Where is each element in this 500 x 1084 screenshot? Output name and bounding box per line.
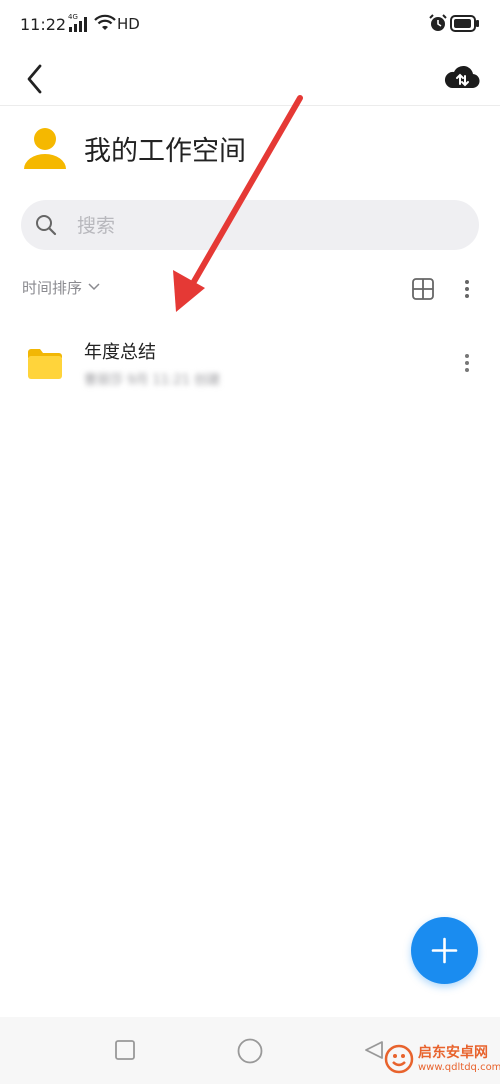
chevron-down-icon [88, 282, 100, 290]
home-button[interactable] [236, 1037, 264, 1069]
sort-label: 时间排序 [22, 279, 83, 297]
status-time: 11:22 [20, 15, 67, 34]
user-avatar-icon [24, 128, 66, 169]
hd-indicator: HD [117, 15, 140, 33]
recent-apps-button[interactable] [114, 1039, 136, 1065]
folder-icon [27, 348, 63, 384]
cellular-signal-icon: 4G [67, 12, 91, 34]
square-icon [115, 1040, 135, 1060]
chevron-left-icon [27, 64, 42, 94]
more-vertical-icon [465, 280, 469, 298]
more-vertical-icon [465, 354, 469, 372]
page-title: 我的工作空间 [84, 136, 246, 167]
grid-view-icon [412, 278, 434, 300]
list-item[interactable]: 年度总结 曹丽莎 9月 11:21 创建 [0, 328, 500, 402]
watermark: 启东安卓网 www.qdltdq.com [378, 1038, 500, 1084]
network-badge: 4G [68, 13, 78, 21]
watermark-url: www.qdltdq.com [418, 1062, 500, 1073]
sort-dropdown[interactable]: 时间排序 [22, 277, 100, 298]
battery-icon [450, 15, 480, 36]
plus-icon [431, 937, 458, 964]
list-toolbar: 时间排序 [0, 274, 500, 304]
search-icon [35, 214, 57, 240]
more-options-button[interactable] [458, 276, 476, 302]
header-bar [0, 48, 500, 106]
cloud-upload-button[interactable] [442, 56, 482, 96]
file-name: 年度总结 [84, 342, 156, 363]
search-input[interactable] [75, 200, 459, 252]
alarm-icon [428, 13, 448, 37]
file-meta: 曹丽莎 9月 11:21 创建 [84, 373, 221, 388]
avatar [22, 125, 68, 173]
circle-icon [237, 1038, 263, 1064]
wifi-icon [94, 14, 116, 36]
watermark-logo-icon [384, 1044, 414, 1074]
watermark-title: 启东安卓网 [418, 1045, 488, 1061]
grid-view-button[interactable] [410, 276, 436, 302]
row-more-button[interactable] [458, 350, 476, 376]
back-button[interactable] [18, 56, 54, 96]
cloud-upload-icon [444, 65, 480, 89]
add-button[interactable] [411, 917, 478, 984]
workspace-header: 我的工作空间 [0, 120, 500, 180]
status-bar: 11:22 4G HD [0, 0, 500, 48]
search-bar[interactable] [21, 200, 479, 252]
